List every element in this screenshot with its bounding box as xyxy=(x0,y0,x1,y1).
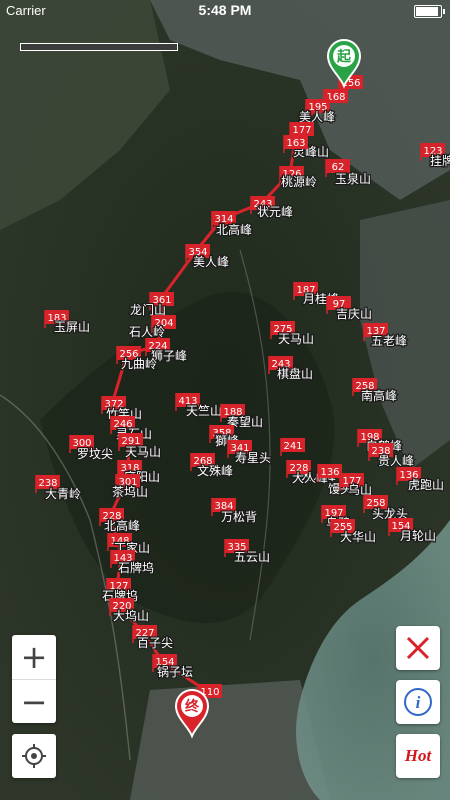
peak-name-label: 龙门山 xyxy=(130,302,166,317)
peak-name-label: 九曲岭 xyxy=(121,357,157,371)
info-button[interactable]: i xyxy=(396,680,440,724)
zoom-control: + − xyxy=(12,635,56,723)
locate-icon xyxy=(22,744,46,768)
peak-name-label: 北高峰 xyxy=(216,222,252,237)
info-icon: i xyxy=(404,688,432,716)
satellite-map[interactable]: 156168195美人峰177灵峰山163126桃源岭243状元峰314北高峰3… xyxy=(0,0,450,800)
clock: 5:48 PM xyxy=(198,2,252,18)
peak-name-label: 美人峰 xyxy=(193,255,229,269)
peak-name-label: 挂牌山 xyxy=(430,154,450,168)
elevation-label: 163 xyxy=(286,138,305,149)
close-button[interactable] xyxy=(396,626,440,670)
peak-name-label: 寿星头 xyxy=(235,451,271,465)
peak-name-label: 吉庆山 xyxy=(336,307,372,321)
peak-name-label: 锅子坛 xyxy=(157,664,193,679)
peak-name-label: 文殊峰 xyxy=(197,463,233,478)
peak-name-label: 罗坟尖 xyxy=(77,447,113,461)
peak-name-label: 状元峰 xyxy=(257,205,293,219)
battery-icon xyxy=(414,5,445,18)
peak-name-label: 南高峰 xyxy=(361,388,397,403)
zoom-out-button[interactable]: − xyxy=(12,679,56,724)
peak-name-label: 桃源岭 xyxy=(281,174,317,189)
elevation-label: 177 xyxy=(292,125,311,136)
elevation-label: 136 xyxy=(320,467,339,478)
peak-name-label: 石牌坞 xyxy=(118,560,154,575)
peak-name-label: 北高峰 xyxy=(104,518,140,533)
peak-name-label: 虎跑山 xyxy=(408,478,444,492)
locate-button[interactable] xyxy=(12,734,56,778)
peak-name-label: 棋盘山 xyxy=(277,366,313,381)
peak-name-label: 大华山 xyxy=(340,530,376,544)
peak-name-label: 天竺山 xyxy=(186,403,222,418)
elevation-label: 241 xyxy=(283,441,302,452)
hot-label: Hot xyxy=(404,746,432,765)
peak-name-label: 万松背 xyxy=(221,510,257,524)
status-bar: Carrier 5:48 PM xyxy=(0,0,450,22)
peak-name-label: 月轮山 xyxy=(400,529,436,543)
peak-name-label: 大青岭 xyxy=(45,487,81,501)
peak-name-label: 玉屏山 xyxy=(54,320,90,334)
pin-label: 终 xyxy=(185,698,200,715)
peak-name-label: 百子尖 xyxy=(137,636,173,650)
peak-name-label: 乌山 xyxy=(348,482,372,497)
peak-name-label: 天马山 xyxy=(125,445,161,459)
peak-name-label: 贵人峰 xyxy=(378,454,414,468)
peak-name-label: 五云山 xyxy=(234,550,270,564)
peak-name-label: 玉泉山 xyxy=(335,172,371,186)
peak-name-label: 五老峰 xyxy=(371,334,407,348)
peak-name-label: 茶坞山 xyxy=(112,484,148,499)
map-scale-bar xyxy=(20,43,178,51)
zoom-in-button[interactable]: + xyxy=(12,635,56,679)
close-icon xyxy=(406,636,430,660)
pin-label: 起 xyxy=(336,48,352,65)
peak-name-label: 美人峰 xyxy=(299,110,335,124)
peak-name-label: 石人岭 xyxy=(129,325,165,339)
svg-text:i: i xyxy=(416,693,421,712)
hot-button[interactable]: Hot xyxy=(396,734,440,778)
peak-name-label: 天马山 xyxy=(278,332,314,346)
peak-name-label: 大坞山 xyxy=(113,608,149,623)
